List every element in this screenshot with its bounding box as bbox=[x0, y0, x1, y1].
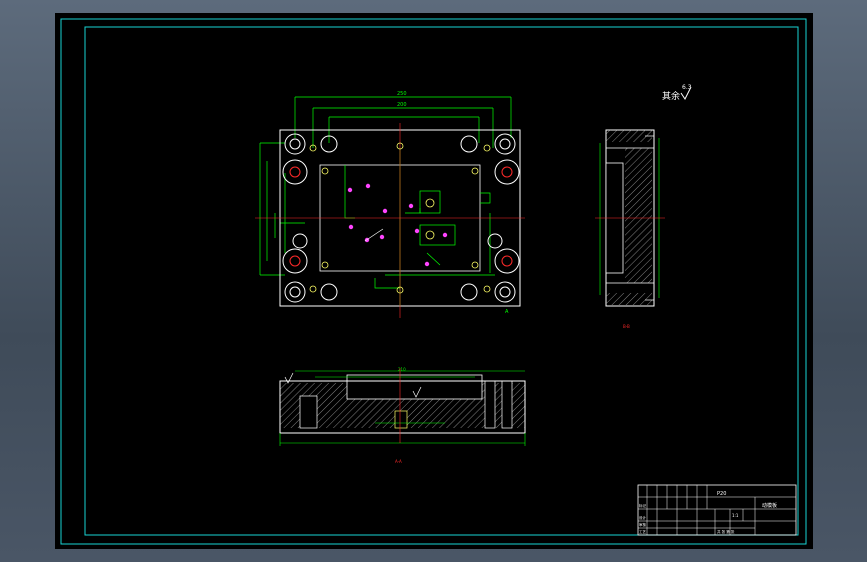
leader-line bbox=[364, 228, 384, 242]
side-lower-hatch bbox=[606, 293, 652, 305]
section-gate bbox=[394, 410, 408, 429]
side-view: B-B bbox=[595, 129, 665, 329]
cad-drawing: 其余 6.3 250 200 A B-B 210 A-A P20 动模板 1:1… bbox=[60, 18, 807, 545]
title-scale: 1:1 bbox=[732, 513, 739, 518]
dim-top-1: 250 bbox=[397, 91, 407, 97]
title-row-3: 审核 bbox=[639, 522, 647, 527]
dim-top-2: 200 bbox=[397, 102, 407, 108]
section-view-label: A-A bbox=[395, 459, 402, 464]
title-drawing-name: 动模板 bbox=[762, 502, 777, 509]
plan-view-label: A bbox=[505, 309, 509, 315]
section-right-slot-2 bbox=[501, 380, 513, 429]
plan-centerlines bbox=[255, 123, 525, 318]
side-hatch-area bbox=[625, 148, 652, 283]
title-row-4: 工艺 bbox=[639, 529, 647, 534]
plan-dimensions bbox=[259, 96, 512, 276]
section-right-slot bbox=[484, 380, 496, 429]
section-view: 210 A-A bbox=[279, 367, 526, 464]
section-dim: 210 bbox=[398, 367, 406, 372]
title-sheet: 共 张 第 张 bbox=[717, 529, 735, 534]
inner-frame bbox=[84, 26, 799, 536]
title-row-2: 设计 bbox=[639, 515, 647, 520]
section-cut-pocket bbox=[346, 374, 483, 400]
roughness-note: 其余 6.3 bbox=[662, 84, 692, 102]
side-view-label: B-B bbox=[623, 324, 630, 329]
title-material: P20 bbox=[717, 491, 726, 497]
plan-view: 250 200 A bbox=[255, 91, 525, 318]
outer-frame bbox=[60, 18, 807, 545]
plan-inner-lines bbox=[344, 148, 495, 306]
cad-viewport[interactable]: 其余 6.3 250 200 A B-B 210 A-A P20 动模板 1:1… bbox=[55, 13, 813, 549]
roughness-symbol-text: 其余 bbox=[662, 90, 680, 102]
title-row-1: 标记 bbox=[639, 503, 647, 508]
title-block: P20 动模板 1:1 标记 设计 审核 工艺 共 张 第 张 bbox=[637, 484, 797, 536]
section-left-step bbox=[299, 395, 318, 429]
